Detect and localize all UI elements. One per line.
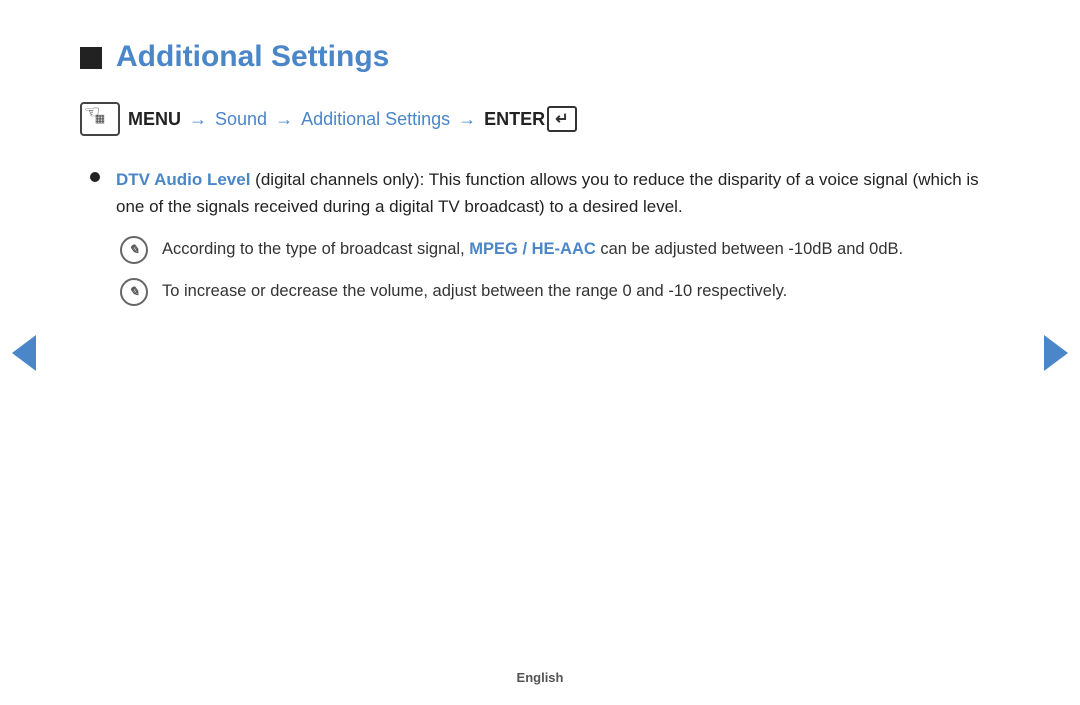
bullet-item-dtv: DTV Audio Level (digital channels only):…: [90, 166, 990, 220]
page-title: Additional Settings: [116, 40, 389, 74]
breadcrumb-additional-settings: Additional Settings: [301, 109, 450, 130]
menu-icon: ☜ ▦: [80, 102, 120, 136]
nav-arrow-left[interactable]: [12, 335, 36, 371]
section-block-icon: [80, 47, 102, 69]
note-text-2: To increase or decrease the volume, adju…: [162, 278, 787, 304]
bullet-dot: [90, 172, 100, 182]
breadcrumb: ☜ ▦ MENU → Sound → Additional Settings →…: [80, 102, 990, 136]
page-container: Additional Settings ☜ ▦ MENU → Sound → A…: [0, 0, 1080, 705]
breadcrumb-menu: MENU: [128, 109, 181, 130]
note-text-1: According to the type of broadcast signa…: [162, 236, 903, 262]
nav-arrow-right[interactable]: [1044, 335, 1068, 371]
breadcrumb-arrow-3: →: [458, 109, 476, 130]
note-item-2: ✎ To increase or decrease the volume, ad…: [90, 278, 990, 306]
page-header: Additional Settings: [80, 40, 990, 74]
breadcrumb-arrow-2: →: [275, 109, 293, 130]
note-icon-1: ✎: [120, 236, 148, 264]
footer-language: English: [517, 670, 564, 685]
note1-suffix: can be adjusted between -10dB and 0dB.: [596, 240, 903, 258]
note-item-1: ✎ According to the type of broadcast sig…: [90, 236, 990, 264]
note-icon-2: ✎: [120, 278, 148, 306]
enter-label: ENTER: [484, 109, 545, 130]
breadcrumb-enter: ENTER ↵: [484, 106, 576, 132]
breadcrumb-arrow-1: →: [189, 109, 207, 130]
note1-prefix: According to the type of broadcast signa…: [162, 240, 469, 258]
hand-icon: ☜: [84, 102, 100, 123]
breadcrumb-sound: Sound: [215, 109, 267, 130]
enter-icon: ↵: [547, 106, 576, 132]
note1-highlight: MPEG / HE-AAC: [469, 240, 596, 258]
content-area: DTV Audio Level (digital channels only):…: [80, 166, 990, 306]
dtv-audio-level-term: DTV Audio Level: [116, 170, 250, 189]
bullet-text: DTV Audio Level (digital channels only):…: [116, 166, 990, 220]
